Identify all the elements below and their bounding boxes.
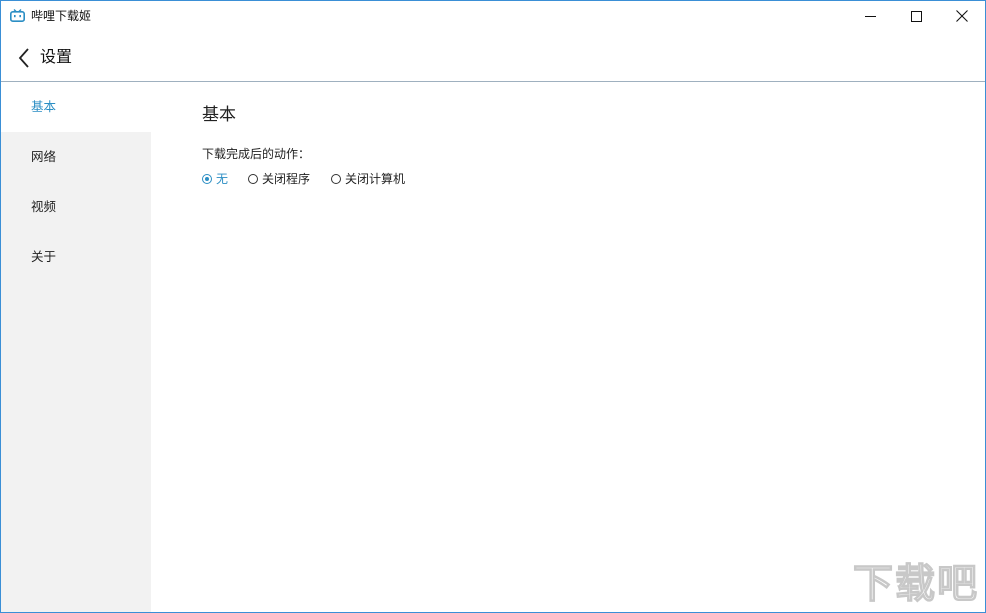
close-button[interactable] <box>939 1 985 31</box>
radio-indicator <box>248 174 258 184</box>
sidebar-item-label: 网络 <box>31 149 57 164</box>
sidebar-item-label: 基本 <box>31 99 57 114</box>
watermark-logo: 下载吧 <box>852 560 979 607</box>
page-title: 设置 <box>40 47 73 66</box>
radio-label: 无 <box>216 172 229 186</box>
bilibili-tv-icon <box>10 9 25 22</box>
minimize-button[interactable] <box>847 1 893 31</box>
radio-indicator <box>202 174 212 184</box>
sidebar-item-about[interactable]: 关于 <box>1 232 151 282</box>
watermark-text: 下载吧 <box>853 561 979 607</box>
minimize-icon <box>864 15 876 17</box>
maximize-icon <box>910 10 922 22</box>
maximize-button[interactable] <box>893 1 939 31</box>
settings-header: 设置 <box>1 31 985 82</box>
radio-shutdown-computer[interactable]: 关闭计算机 <box>331 171 405 187</box>
title-bar[interactable]: 哔哩下载姬 <box>1 1 985 31</box>
radio-indicator <box>331 174 341 184</box>
download-complete-action-label: 下载完成后的动作： <box>202 147 311 161</box>
sidebar-item-label: 视频 <box>31 199 57 214</box>
sidebar-item-video[interactable]: 视频 <box>1 182 151 232</box>
app-window: 哔哩下载姬 设置 基本 网络 视频 关于 基本 下载完成后的动作： 无 关闭程序… <box>0 0 986 613</box>
sidebar-item-network[interactable]: 网络 <box>1 132 151 182</box>
close-icon <box>956 10 968 22</box>
radio-close-program[interactable]: 关闭程序 <box>248 171 310 187</box>
app-title: 哔哩下载姬 <box>31 9 92 23</box>
radio-none[interactable]: 无 <box>202 171 228 187</box>
radio-label: 关闭计算机 <box>345 172 406 186</box>
section-title: 基本 <box>202 105 236 125</box>
radio-label: 关闭程序 <box>262 172 311 186</box>
chevron-left-icon[interactable] <box>17 47 31 69</box>
sidebar-item-label: 关于 <box>31 249 57 264</box>
sidebar-item-basic[interactable]: 基本 <box>1 82 151 132</box>
settings-sidebar: 基本 网络 视频 关于 <box>1 82 151 612</box>
